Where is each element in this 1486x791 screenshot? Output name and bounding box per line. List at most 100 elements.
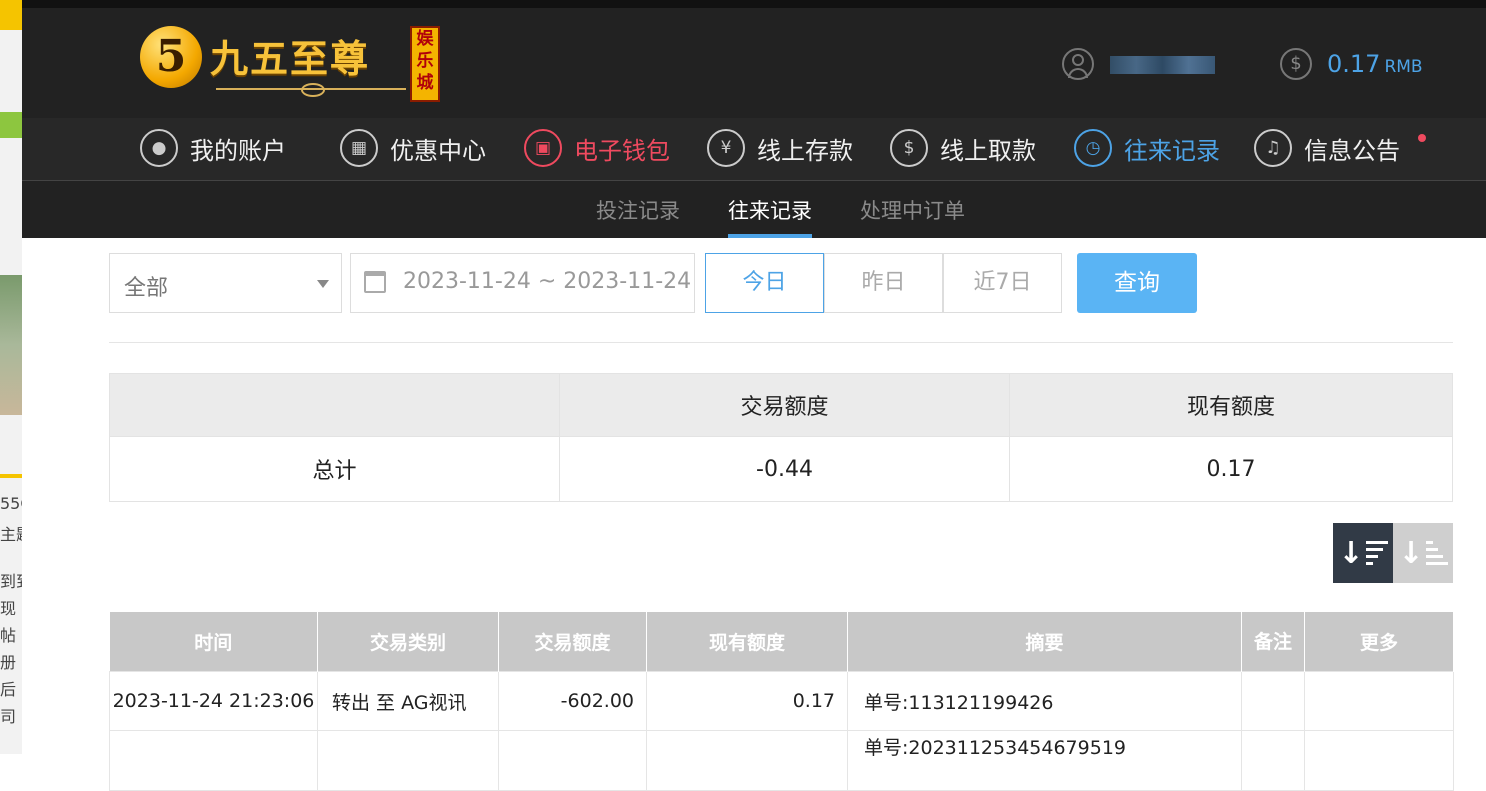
logo-text: 九五至尊	[210, 36, 371, 81]
today-button[interactable]: 今日	[705, 253, 824, 313]
wallet-icon: ▣	[524, 129, 562, 167]
column-header-amount: 交易额度	[498, 612, 647, 672]
calendar-icon	[364, 271, 386, 293]
logo-emblem: 5	[140, 26, 202, 88]
nav-item-label: 线上取款	[940, 136, 1036, 165]
dollar-icon: $	[1280, 48, 1312, 80]
nav-item-online-withdraw[interactable]: $ 线上取款	[890, 128, 1036, 168]
cell-more[interactable]	[1304, 671, 1454, 731]
summary-total-row: 总计 -0.44 0.17	[109, 436, 1453, 502]
nav-item-online-deposit[interactable]: ¥ 线上存款	[707, 128, 853, 168]
nav-item-promotions[interactable]: ▦ 优惠中心	[340, 128, 486, 168]
summary-cell: 0.17	[1009, 436, 1453, 502]
cell-time: 2023-11-24 21:23:06	[109, 671, 318, 731]
summary-table: 交易额度 现有额度 总计 -0.44 0.17	[109, 373, 1453, 502]
nav-item-records[interactable]: ◷ 往来记录	[1074, 128, 1220, 168]
background-text: 册	[0, 653, 17, 672]
table-row: 2023-11-24 21:23:06 转出 至 AG视讯 -602.00 0.…	[109, 671, 1454, 731]
cell-note	[1241, 671, 1305, 731]
background-divider	[0, 474, 22, 478]
cell-balance: 0.17	[646, 671, 848, 731]
chevron-down-icon	[317, 280, 329, 288]
cell-type: 转出 至 AG视讯	[317, 671, 499, 731]
date-range-value: 2023-11-24 ~ 2023-11-24	[403, 269, 692, 294]
type-select-value: 全部	[124, 276, 169, 301]
column-header-note: 备注	[1241, 612, 1305, 672]
sort-lines-icon	[1425, 541, 1448, 565]
summary-header-cell	[109, 373, 560, 437]
table-header-row: 时间 交易类别 交易额度 现有额度 摘要 备注 更多	[109, 612, 1454, 672]
nav-item-e-wallet[interactable]: ▣ 电子钱包	[524, 128, 670, 168]
cell-more[interactable]	[1304, 730, 1454, 791]
date-range-input[interactable]: 2023-11-24 ~ 2023-11-24	[350, 253, 695, 313]
background-logo-fragment	[0, 0, 22, 30]
nav-item-label: 信息公告	[1304, 136, 1400, 165]
nav-item-label: 我的账户	[190, 136, 286, 165]
last-7-days-button[interactable]: 近7日	[943, 253, 1062, 313]
cell-balance	[646, 730, 848, 791]
records-table: 时间 交易类别 交易额度 现有额度 摘要 备注 更多 2023-11-24 21…	[109, 612, 1454, 791]
nav-item-my-account[interactable]: ● 我的账户	[140, 128, 286, 168]
column-header-summary: 摘要	[847, 612, 1242, 672]
summary-cell: 总计	[109, 436, 560, 502]
cell-type	[317, 730, 499, 791]
background-banner-fragment	[0, 112, 22, 138]
background-window-strip: 55C 主题 到到 现 帖 册 后 司	[0, 0, 22, 754]
bell-icon: ♫	[1254, 129, 1292, 167]
type-select[interactable]: 全部	[109, 253, 342, 313]
cell-amount: -602.00	[498, 671, 647, 731]
background-text: 主题	[0, 525, 22, 544]
arrow-down-icon: ↓	[1338, 535, 1364, 571]
background-text: 帖	[0, 626, 17, 645]
arrow-down-icon: ↓	[1398, 535, 1424, 571]
user-info: $ 0.17 RMB	[1062, 48, 1482, 84]
tab-bet-records[interactable]: 投注记录	[596, 195, 680, 225]
gift-icon: ▦	[340, 129, 378, 167]
background-text: 55C	[0, 494, 22, 513]
background-text: 后	[0, 680, 17, 699]
cell-note	[1241, 730, 1305, 791]
background-text: 司	[0, 707, 17, 726]
logo-flourish	[216, 83, 406, 97]
cell-summary: 单号:113121199426	[847, 671, 1242, 731]
balance-value: 0.17	[1327, 50, 1381, 78]
user-icon[interactable]	[1062, 48, 1094, 80]
query-button[interactable]: 查询	[1077, 253, 1197, 313]
column-header-time: 时间	[109, 612, 318, 672]
nav-item-label: 线上存款	[757, 136, 853, 165]
nav-item-label: 电子钱包	[574, 136, 670, 165]
cell-time	[109, 730, 318, 791]
site-logo[interactable]: 5 九五至尊 娱乐城	[138, 22, 440, 102]
user-icon: ●	[140, 129, 178, 167]
summary-header-cell: 现有额度	[1009, 373, 1453, 437]
sort-lines-icon	[1365, 541, 1388, 565]
tab-pending-orders[interactable]: 处理中订单	[860, 195, 965, 225]
summary-cell: -0.44	[559, 436, 1010, 502]
logo-badge-text: 娱乐城	[416, 29, 434, 93]
window-top-edge	[22, 0, 1486, 8]
cell-amount	[498, 730, 647, 791]
summary-header-row: 交易额度 现有额度	[109, 373, 1453, 437]
balance-display: 0.17 RMB	[1327, 50, 1423, 78]
withdraw-icon: $	[890, 129, 928, 167]
nav-item-announcements[interactable]: ♫ 信息公告	[1254, 128, 1400, 168]
records-icon: ◷	[1074, 129, 1112, 167]
sort-descending-button[interactable]: ↓	[1333, 523, 1393, 583]
background-photo-fragment	[0, 275, 22, 415]
main-nav: ● 我的账户 ▦ 优惠中心 ▣ 电子钱包 ¥ 线上存款 $ 线上取款 ◷ 往来记录 ♫ 信息公…	[22, 118, 1486, 181]
nav-item-label: 优惠中心	[390, 136, 486, 165]
column-header-type: 交易类别	[317, 612, 499, 672]
notification-dot	[1418, 134, 1426, 142]
balance-currency: RMB	[1384, 57, 1423, 77]
column-header-balance: 现有额度	[646, 612, 848, 672]
column-header-more: 更多	[1304, 612, 1454, 672]
active-tab-indicator	[728, 234, 812, 238]
yesterday-button[interactable]: 昨日	[824, 253, 943, 313]
site-header: 5 九五至尊 娱乐城 $ 0.17 RMB	[22, 8, 1486, 118]
sort-ascending-button[interactable]: ↓	[1393, 523, 1453, 583]
tab-transaction-records[interactable]: 往来记录	[728, 195, 812, 225]
sub-nav: 投注记录 往来记录 处理中订单	[22, 181, 1486, 238]
nav-item-label: 往来记录	[1124, 136, 1220, 165]
logo-badge: 娱乐城	[410, 26, 440, 102]
deposit-icon: ¥	[707, 129, 745, 167]
